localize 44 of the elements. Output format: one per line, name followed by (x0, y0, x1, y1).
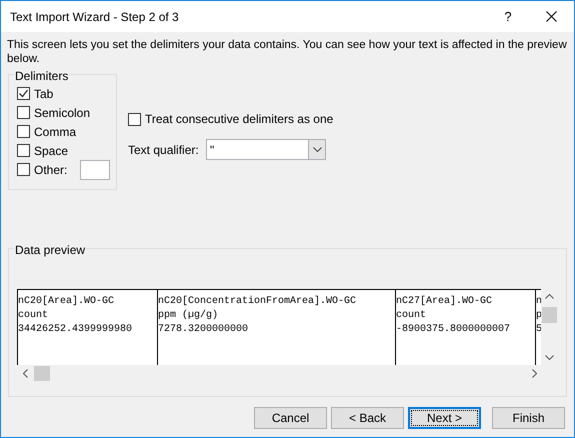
checkbox-label: Other: (34, 162, 68, 178)
preview-cell: p (536, 309, 541, 323)
other-delimiter-field[interactable] (80, 160, 110, 180)
checkbox-label: Semicolon (34, 104, 90, 122)
checkbox[interactable] (17, 144, 30, 157)
checkbox-label: Space (34, 142, 68, 160)
window-title: Text Import Wizard - Step 2 of 3 (10, 8, 180, 26)
scroll-up-icon (545, 294, 554, 299)
chevron-down-icon (312, 147, 322, 152)
dialog-button[interactable]: Next > (408, 407, 481, 429)
dialog-button[interactable]: Cancel (254, 407, 327, 429)
preview-cell: -8900375.8000000007 (396, 323, 510, 337)
checkbox[interactable] (17, 163, 30, 176)
checkbox-label: Treat consecutive delimiters as one (145, 111, 334, 128)
preview-cell: nC27[Area].WO-GC (396, 295, 492, 309)
preview-cell: nC20[ConcentrationFromArea].WO-GC (158, 295, 356, 309)
scroll-left-icon (23, 368, 28, 378)
checkbox-label: Comma (34, 124, 76, 140)
preview-cell: 5 (536, 323, 541, 337)
preview-cell: nC20[Area].WO-GC (18, 295, 114, 309)
preview-cell: 34426252.4399999980 (18, 323, 132, 337)
dialog-button[interactable]: < Back (331, 407, 404, 429)
checkbox[interactable] (128, 112, 141, 126)
preview-cell: n (536, 295, 541, 309)
checkbox[interactable] (17, 125, 30, 138)
scroll-thumb[interactable] (542, 307, 557, 323)
preview-cell: 7278.3200000000 (158, 323, 248, 337)
scroll-down-icon (545, 355, 554, 360)
preview-cell: count (396, 309, 426, 323)
close-icon (546, 11, 556, 22)
checkmark-icon (18, 88, 29, 99)
scroll-thumb[interactable] (34, 366, 50, 380)
dropdown-value: " (209, 142, 216, 158)
help-button[interactable]: ? (488, 1, 528, 32)
dialog-button[interactable]: Finish (492, 407, 565, 429)
text-qualifier-dropdown[interactable]: " (206, 139, 326, 160)
checkbox[interactable] (17, 87, 30, 100)
description-text: This screen lets you set the delimiters your data contains. You can see how your text is affected in the preview below. (7, 38, 568, 66)
field-label: Text qualifier: (128, 142, 200, 158)
preview-cell: ppm (µg/g) (158, 309, 218, 323)
preview-cell: count (18, 309, 48, 323)
scroll-right-icon (532, 368, 537, 378)
checkbox-label: Tab (34, 86, 54, 102)
checkbox[interactable] (17, 106, 30, 119)
